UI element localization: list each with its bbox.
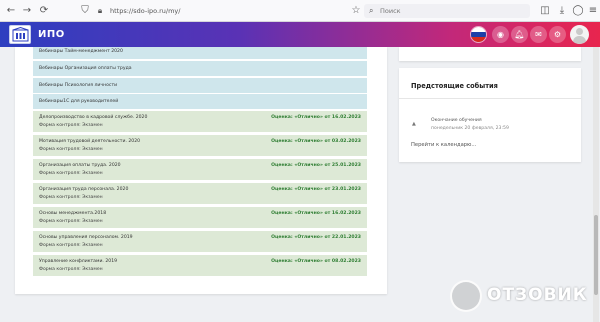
eye-icon[interactable]: ◉	[492, 26, 509, 43]
language-flag-icon[interactable]	[470, 26, 487, 43]
upcoming-events-block: Предстоящие события ▲ Окончание обучения…	[399, 68, 581, 162]
course-row[interactable]: Организация труда персонала. 2020 Оценка…	[33, 183, 367, 204]
avatar-body	[573, 36, 586, 44]
course-grade: Оценка: «Отлично» от 22.01.2023	[271, 235, 361, 240]
course-row[interactable]: Основы менеджмента.2018 Оценка: «Отлично…	[33, 207, 367, 228]
course-title[interactable]: Мотивация трудовой деятельности. 2020	[39, 139, 140, 144]
course-control-form: Форма контроля: Экзамен	[39, 219, 103, 224]
course-title[interactable]: Организация оплаты труда. 2020	[39, 163, 121, 168]
notifications-bell-icon[interactable]: 🔔︎	[511, 26, 528, 43]
messages-icon[interactable]: ✉	[530, 26, 547, 43]
course-grade: Оценка: «Отлично» от 25.01.2023	[271, 163, 361, 168]
event-icon: ▲	[412, 121, 416, 127]
course-grade: Оценка: «Отлично» от 03.02.2023	[271, 139, 361, 144]
user-avatar[interactable]	[570, 25, 589, 44]
browser-search-input[interactable]: ⌕ Поиск	[364, 4, 530, 18]
sidebar-block	[399, 47, 581, 61]
account-icon[interactable]: ◯	[571, 4, 585, 18]
course-row[interactable]: Основы управления персоналом. 2019 Оценк…	[33, 231, 367, 252]
course-row[interactable]: Организация оплаты труда. 2020 Оценка: «…	[33, 159, 367, 180]
courses-panel: Вебинары Тайм-менеджмент 2020 Вебинары О…	[15, 47, 387, 294]
avatar-head	[576, 28, 583, 35]
event-name[interactable]: Окончание обучения	[431, 118, 482, 123]
course-title[interactable]: Организация труда персонала. 2020	[39, 187, 128, 192]
address-bar[interactable]: https://sdo-ipo.ru/my/	[110, 4, 180, 18]
search-icon: ⌕	[369, 6, 374, 15]
course-control-form: Форма контроля: Экзамен	[39, 171, 103, 176]
course-row[interactable]: Управление конфликтами. 2019 Оценка: «От…	[33, 255, 367, 276]
forward-icon[interactable]: →	[20, 4, 34, 18]
course-control-form: Форма контроля: Экзамен	[39, 123, 103, 128]
course-grade: Оценка: «Отлично» от 16.02.2023	[271, 211, 361, 216]
course-grade: Оценка: «Отлично» от 23.01.2023	[271, 187, 361, 192]
browser-toolbar: ← → ⟳ ⛉ 🔒︎ https://sdo-ipo.ru/my/ ☆ ⌕ По…	[0, 0, 600, 22]
events-title: Предстоящие события	[411, 82, 498, 90]
search-placeholder: Поиск	[380, 7, 401, 15]
watermark-logo-icon	[450, 280, 482, 312]
watermark-text: ОТЗОВИК	[487, 285, 588, 305]
course-control-form: Форма контроля: Экзамен	[39, 243, 103, 248]
bookmark-star-icon[interactable]: ☆	[349, 4, 363, 18]
course-grade: Оценка: «Отлично» от 08.02.2023	[271, 259, 361, 264]
site-logo[interactable]	[9, 25, 31, 44]
app-title[interactable]: ИПО	[38, 22, 65, 47]
menu-icon[interactable]: ≡	[586, 4, 600, 18]
shield-icon[interactable]: ⛉	[78, 4, 92, 18]
scrollbar-thumb[interactable]	[594, 215, 598, 295]
course-title[interactable]: Основы управления персоналом. 2019	[39, 235, 133, 240]
course-title[interactable]: Основы менеджмента.2018	[39, 211, 106, 216]
course-control-form: Форма контроля: Экзамен	[39, 267, 103, 272]
site-header: ИПО ◉ 🔔︎ ✉ ⚙	[0, 22, 600, 47]
course-row[interactable]: Вебинары1С для руководителей	[33, 94, 367, 109]
course-control-form: Форма контроля: Экзамен	[39, 195, 103, 200]
settings-gear-icon[interactable]: ⚙	[549, 26, 566, 43]
lock-icon[interactable]: 🔒︎	[93, 4, 107, 18]
calendar-link[interactable]: Перейти к календарю...	[411, 142, 476, 148]
course-title[interactable]: Вебинары1С для руководителей	[39, 99, 118, 104]
course-title[interactable]: Делопроизводство в кадровой службе. 2020	[39, 115, 147, 120]
course-row[interactable]: Делопроизводство в кадровой службе. 2020…	[33, 111, 367, 132]
divider	[399, 98, 581, 99]
watermark: ОТЗОВИК	[447, 278, 593, 314]
reload-icon[interactable]: ⟳	[37, 4, 51, 18]
course-title[interactable]: Вебинары Организация оплаты труда	[39, 66, 132, 71]
pocket-icon[interactable]: ◫	[538, 4, 552, 18]
course-title[interactable]: Управление конфликтами. 2019	[39, 259, 117, 264]
back-icon[interactable]: ←	[4, 4, 18, 18]
course-row[interactable]: Вебинары Психология личности	[33, 78, 367, 93]
course-row[interactable]: Вебинары Организация оплаты труда	[33, 61, 367, 76]
course-grade: Оценка: «Отлично» от 16.02.2023	[271, 115, 361, 120]
course-title[interactable]: Вебинары Психология личности	[39, 83, 117, 88]
course-row[interactable]: Мотивация трудовой деятельности. 2020 Оц…	[33, 135, 367, 156]
course-title[interactable]: Вебинары Тайм-менеджмент 2020	[39, 49, 123, 54]
course-control-form: Форма контроля: Экзамен	[39, 147, 103, 152]
course-row[interactable]: Вебинары Тайм-менеджмент 2020	[33, 47, 367, 59]
event-date: понедельник 20 февраля, 23:59	[431, 126, 509, 131]
downloads-icon[interactable]: ⤓	[555, 4, 569, 18]
